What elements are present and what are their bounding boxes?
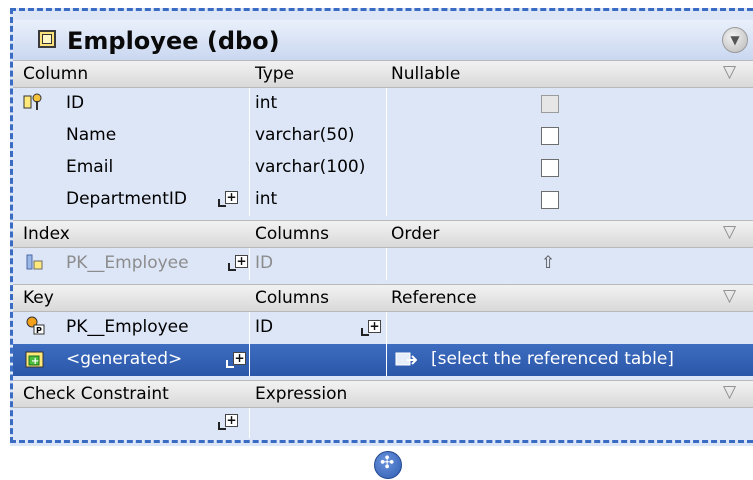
table-row-selected[interactable]: + <generated> + [select the referenced t… [13,344,753,376]
key-name[interactable]: PK__Employee [66,317,189,337]
key-header-key[interactable]: Key [23,288,54,308]
sort-ascending-icon[interactable]: ⇧ [541,253,555,273]
nullable-checkbox[interactable] [541,127,559,145]
table-row[interactable]: DepartmentID + int [13,184,753,216]
key-header-columns[interactable]: Columns [255,288,329,308]
column-type[interactable]: int [255,93,277,113]
column-type[interactable]: int [255,189,277,209]
move-handle-icon[interactable] [374,451,402,479]
column-separator [249,408,250,438]
key-reference[interactable]: [select the referenced table] [431,349,674,369]
svg-text:P: P [36,326,42,335]
nullable-checkbox[interactable] [541,159,559,177]
sort-icon[interactable]: ▽ [723,286,736,306]
column-separator [249,88,250,216]
add-column-icon[interactable]: + [228,255,250,277]
index-columns[interactable]: ID [255,253,273,273]
table-header[interactable]: Employee (dbo) [13,20,753,60]
table-row[interactable]: Name varchar(50) [13,120,753,152]
add-column-icon[interactable]: + [226,352,248,374]
column-name[interactable]: DepartmentID [66,189,187,209]
foreign-key-icon: + [25,349,45,369]
nullable-checkbox[interactable] [541,95,559,113]
column-separator [249,312,250,376]
check-header-expression[interactable]: Expression [255,384,347,404]
table-row[interactable]: PK__Employee + ID ⇧ [13,248,753,280]
key-columns[interactable]: ID [255,317,273,337]
index-header-index[interactable]: Index [23,224,70,244]
column-separator [386,248,387,280]
column-header-column[interactable]: Column [23,64,88,84]
table-title: Employee (dbo) [67,27,280,55]
index-icon [25,253,45,273]
index-header-order[interactable]: Order [391,224,439,244]
table-icon [38,30,56,48]
check-section-header[interactable]: Check Constraint Expression ▽ [13,380,753,408]
svg-text:+: + [31,356,39,367]
check-header-constraint[interactable]: Check Constraint [23,384,169,404]
columns-section-header[interactable]: Column Type Nullable ▽ [13,60,753,88]
column-separator [386,88,387,216]
sort-icon[interactable]: ▽ [723,62,736,82]
key-name[interactable]: <generated> [66,349,182,369]
column-name[interactable]: ID [66,93,84,113]
table-row[interactable]: P PK__Employee ID + [13,312,753,344]
collapse-icon[interactable]: ▼ [722,27,748,53]
index-name[interactable]: PK__Employee [66,253,189,273]
column-name[interactable]: Name [66,125,116,145]
column-header-type[interactable]: Type [255,64,294,84]
key-section-header[interactable]: Key Columns Reference ▽ [13,284,753,312]
select-table-icon[interactable] [395,351,418,371]
nullable-checkbox[interactable] [541,191,559,209]
column-separator [386,312,387,376]
index-section-header[interactable]: Index Columns Order ▽ [13,220,753,248]
sort-icon[interactable]: ▽ [723,222,736,242]
table-row[interactable]: + [13,408,753,438]
sort-icon[interactable]: ▽ [723,382,736,402]
column-header-nullable[interactable]: Nullable [391,64,460,84]
column-separator [249,248,250,280]
add-relation-icon[interactable]: + [218,191,240,213]
primary-key-icon: P [25,316,45,336]
add-column-icon[interactable]: + [361,320,383,342]
primary-key-icon [23,92,43,112]
add-constraint-icon[interactable]: + [218,414,240,436]
table-row[interactable]: ID int [13,88,753,120]
column-type[interactable]: varchar(100) [255,157,365,177]
key-header-reference[interactable]: Reference [391,288,477,308]
column-type[interactable]: varchar(50) [255,125,355,145]
index-header-columns[interactable]: Columns [255,224,329,244]
table-row[interactable]: Email varchar(100) [13,152,753,184]
column-name[interactable]: Email [66,157,113,177]
